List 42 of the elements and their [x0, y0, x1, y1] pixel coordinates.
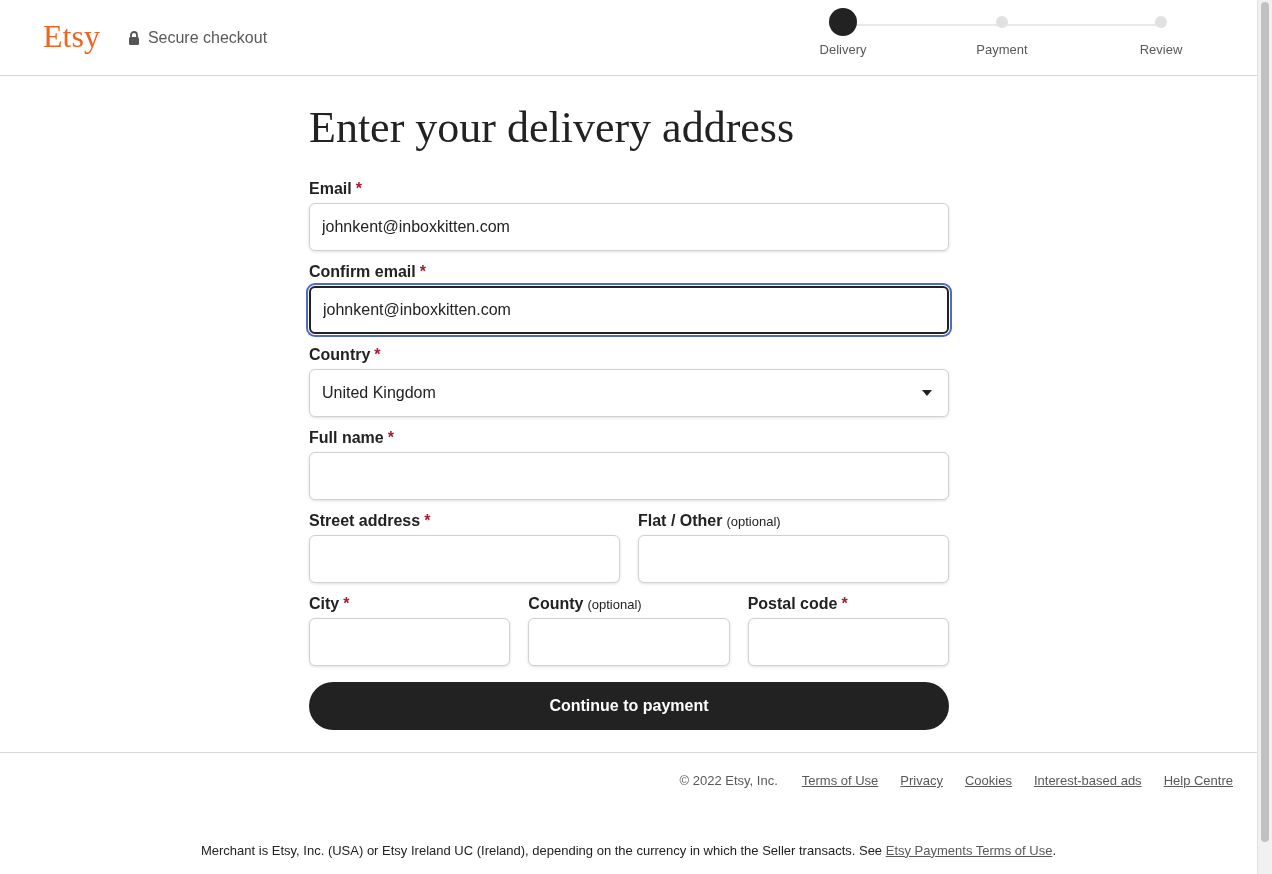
required-mark: * [387, 428, 394, 448]
text-field[interactable] [638, 535, 949, 583]
secure-checkout-label: Secure checkout [147, 27, 268, 48]
copyright-text: © 2022 Etsy, Inc. [679, 772, 778, 790]
field-label: Street address [309, 511, 421, 531]
footer-link[interactable]: Privacy [900, 771, 943, 791]
footer-link[interactable]: Help Centre [1163, 771, 1233, 791]
page-title: Enter your delivery address [309, 102, 796, 154]
field-label: Email [309, 179, 352, 199]
footer-link[interactable]: Cookies [964, 771, 1012, 791]
field-label: Flat / Other [638, 511, 723, 531]
field-label: County [528, 594, 584, 614]
country-dropdown[interactable]: United Kingdom [309, 369, 949, 417]
footer-link[interactable]: Interest-based ads [1033, 771, 1142, 791]
text-field[interactable] [309, 452, 949, 500]
field-label: City [309, 594, 340, 614]
text-field[interactable] [309, 535, 620, 583]
merchant-notice: Merchant is Etsy, Inc. (USA) or Etsy Ireland UC (Ireland), depending on the currency in which the Seller transacts. See Etsy Payments Terms of Use. [200, 841, 1057, 860]
continue-button[interactable]: Continue to payment [309, 682, 949, 730]
text-field[interactable]: johnkent@inboxkitten.com [309, 286, 949, 334]
required-mark: * [419, 262, 426, 282]
required-mark: * [424, 511, 431, 531]
step-label: Delivery [819, 41, 867, 59]
optional-note: (optional) [587, 596, 642, 614]
required-mark: * [374, 345, 381, 365]
caret-icon [922, 390, 932, 396]
lock-icon [127, 30, 140, 45]
field-label: Postal code [747, 594, 838, 614]
text-field[interactable] [528, 618, 730, 666]
text-field[interactable]: johnkent@inboxkitten.com [309, 203, 949, 251]
required-mark: * [841, 594, 848, 614]
field-label: Confirm email [309, 262, 416, 282]
required-mark: * [343, 594, 350, 614]
step-label: Review [1139, 41, 1183, 59]
step-label: Payment [976, 41, 1028, 59]
footer-link[interactable]: Terms of Use [801, 771, 879, 791]
required-mark: * [355, 179, 362, 199]
text-field[interactable] [747, 618, 949, 666]
field-label: Full name [309, 428, 384, 448]
optional-note: (optional) [726, 513, 781, 531]
text-field[interactable] [309, 618, 511, 666]
field-label: Country [309, 345, 371, 365]
